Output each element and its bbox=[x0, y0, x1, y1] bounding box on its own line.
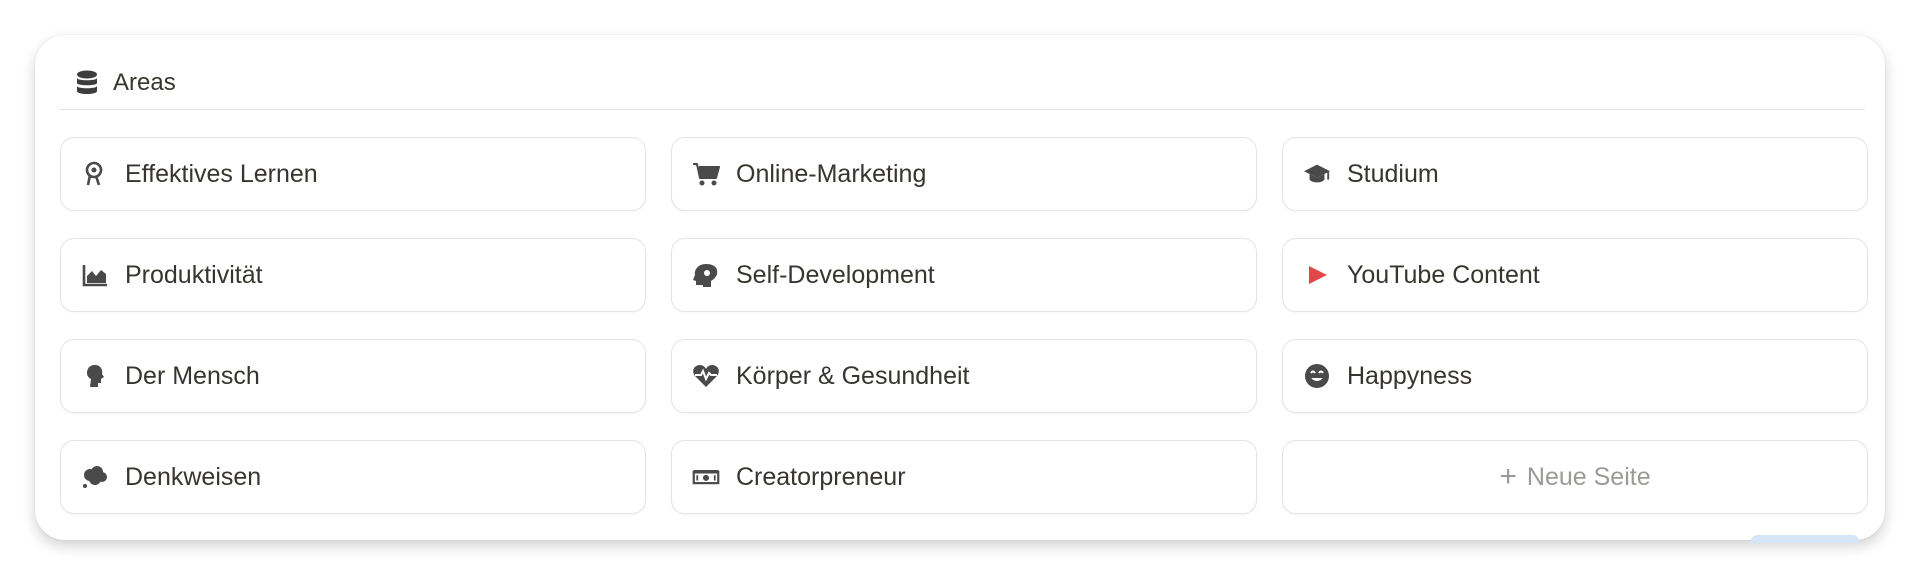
card-creatorpreneur[interactable]: Creatorpreneur bbox=[671, 440, 1257, 514]
database-icon bbox=[75, 68, 99, 98]
card-label: Studium bbox=[1347, 159, 1439, 188]
card-produktivitaet[interactable]: Produktivität bbox=[60, 238, 646, 312]
brain-head-icon bbox=[81, 160, 109, 188]
money-bill-icon bbox=[692, 463, 720, 491]
shopping-cart-icon bbox=[692, 160, 720, 188]
card-studium[interactable]: Studium bbox=[1282, 137, 1868, 211]
play-triangle-icon bbox=[1303, 261, 1331, 289]
plus-icon: + bbox=[1499, 460, 1517, 493]
new-page-button[interactable]: + Neue Seite bbox=[1282, 440, 1868, 514]
card-effektives-lernen[interactable]: Effektives Lernen bbox=[60, 137, 646, 211]
card-online-marketing[interactable]: Online-Marketing bbox=[671, 137, 1257, 211]
areas-panel: Areas Effektives Lernen Online-Marketing… bbox=[35, 35, 1885, 540]
person-head-icon bbox=[81, 362, 109, 390]
card-label: Denkweisen bbox=[125, 462, 262, 491]
thought-cloud-icon bbox=[81, 463, 109, 491]
card-koerper-gesundheit[interactable]: Körper & Gesundheit bbox=[671, 339, 1257, 413]
scroll-indicator bbox=[1750, 535, 1860, 543]
card-happyness[interactable]: Happyness bbox=[1282, 339, 1868, 413]
new-page-label: Neue Seite bbox=[1526, 462, 1651, 491]
card-label: Körper & Gesundheit bbox=[736, 361, 970, 390]
card-label: Online-Marketing bbox=[736, 159, 927, 188]
heartbeat-icon bbox=[692, 362, 720, 390]
database-title[interactable]: Areas bbox=[113, 69, 176, 97]
card-self-development[interactable]: Self-Development bbox=[671, 238, 1257, 312]
card-der-mensch[interactable]: Der Mensch bbox=[60, 339, 646, 413]
card-label: Effektives Lernen bbox=[125, 159, 318, 188]
database-header: Areas bbox=[60, 57, 1865, 110]
card-label: Creatorpreneur bbox=[736, 462, 906, 491]
card-youtube-content[interactable]: YouTube Content bbox=[1282, 238, 1868, 312]
smiley-icon bbox=[1303, 362, 1331, 390]
card-label: Der Mensch bbox=[125, 361, 260, 390]
area-chart-icon bbox=[81, 261, 109, 289]
card-label: Produktivität bbox=[125, 260, 263, 289]
gallery-grid: Effektives Lernen Online-Marketing Studi… bbox=[60, 137, 1868, 514]
head-gear-icon bbox=[692, 261, 720, 289]
card-denkweisen[interactable]: Denkweisen bbox=[60, 440, 646, 514]
card-label: Happyness bbox=[1347, 361, 1473, 390]
card-label: YouTube Content bbox=[1347, 260, 1540, 289]
card-label: Self-Development bbox=[736, 260, 935, 289]
graduation-cap-icon bbox=[1303, 160, 1331, 188]
